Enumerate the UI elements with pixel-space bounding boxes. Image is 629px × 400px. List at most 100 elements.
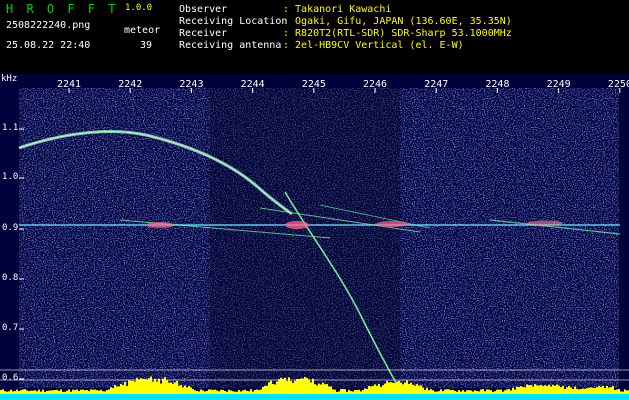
level-bar [126,385,128,394]
level-bar [394,383,396,394]
level-bar [270,380,272,394]
level-bar [382,385,384,394]
level-bar [248,391,250,394]
level-bar [450,390,452,394]
level-bar [324,384,326,394]
level-bar [176,380,178,394]
level-bar [578,389,580,394]
level-bar [572,389,574,394]
level-bar [202,390,204,394]
level-bar [168,382,170,394]
level-bar [182,387,184,394]
level-bar [80,389,82,394]
level-bar [42,389,44,394]
level-bar [60,389,62,394]
level-bar [546,385,548,394]
antenna-value: : 2el-HB9CV Vertical (el. E-W) [283,40,464,51]
level-bar [370,386,372,394]
level-bar [128,380,130,394]
level-bar [256,389,258,394]
detection-count: 39 [140,40,153,51]
level-bar [562,385,564,394]
level-bar [620,391,622,394]
level-bar [74,390,76,394]
echo-blob [376,221,408,227]
level-bar [468,390,470,394]
level-bar [114,384,116,394]
header-panel: H R O F F T 1.0.0 2508222240.png 25.08.2… [0,0,629,74]
level-bar [152,381,154,394]
level-bar [492,391,494,394]
level-bar [332,389,334,394]
y-tick-label: 0.7 [2,323,19,333]
level-bar [368,386,370,394]
level-bar [494,391,496,394]
level-bar [490,390,492,394]
level-bar [28,391,30,394]
level-bar [252,391,254,394]
level-bar [110,387,112,394]
level-bar [54,390,56,394]
level-bar [592,387,594,394]
level-bar [356,390,358,394]
level-bar [558,385,560,394]
level-bar [506,389,508,394]
level-bar [46,391,48,394]
level-bar [418,385,420,394]
file-name: 2508222240.png [6,20,91,31]
level-bar [82,389,84,394]
level-bar [278,379,280,394]
level-bar [590,387,592,394]
level-bar [556,384,558,394]
level-bar [388,382,390,394]
level-bar [340,389,342,394]
level-bar [130,380,132,394]
level-bar [72,389,74,394]
level-bar [52,390,54,394]
level-bar [26,390,28,394]
level-bar [206,390,208,394]
level-bar [336,391,338,394]
level-bar [448,389,450,394]
level-bar [186,387,188,394]
level-bar [524,387,526,394]
level-bar [244,389,246,394]
level-bar [246,390,248,394]
level-bar [346,391,348,394]
level-bar [604,388,606,394]
level-bar [402,384,404,394]
level-bar [312,378,314,394]
level-bar [328,386,330,394]
level-bar [148,378,150,394]
level-bar [236,391,238,394]
level-bar [520,386,522,394]
level-bar [226,391,228,394]
level-bar [18,390,20,394]
level-bar [36,391,38,394]
level-bar [376,385,378,394]
level-bar [290,380,292,394]
level-bar [466,390,468,394]
level-bar [220,389,222,394]
level-bar [78,390,80,394]
level-bar [518,386,520,394]
level-bar [308,379,310,394]
receiver-label: Receiver [179,28,228,39]
level-bar [86,389,88,394]
level-bar [230,390,232,394]
level-bar [416,384,418,394]
level-bar [138,379,140,394]
level-bar [470,390,472,394]
level-bar [384,383,386,394]
antenna-label: Receiving antenna [179,40,282,51]
y-tick-label: 1.1 [2,123,19,133]
level-bar [360,391,362,394]
level-bar [472,391,474,394]
level-bar [116,386,118,394]
level-bar [240,391,242,394]
level-bar [242,390,244,394]
level-bar [372,385,374,394]
level-bar [414,385,416,394]
level-bar [412,384,414,394]
level-bar [234,391,236,394]
